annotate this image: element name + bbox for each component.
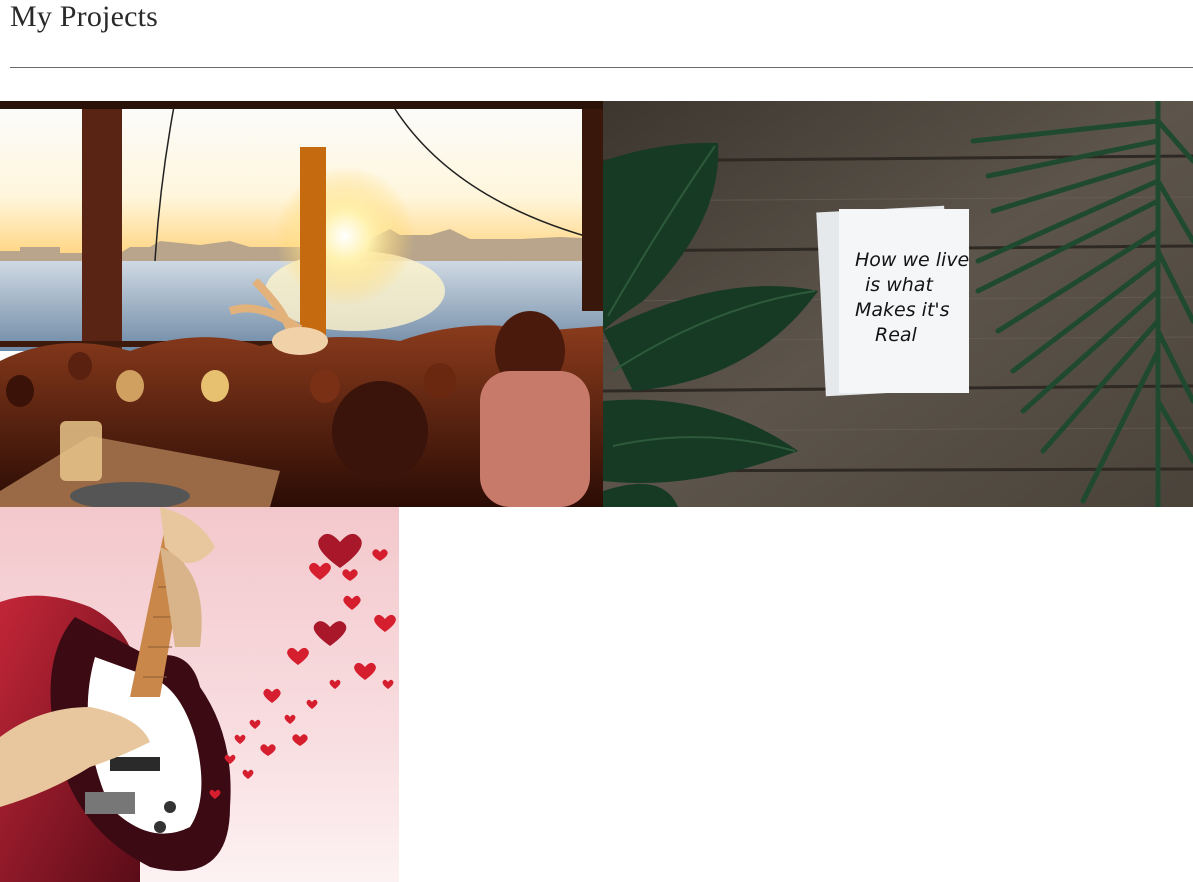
project-tile-guitar-hearts[interactable]: [0, 507, 399, 882]
project-tile-rooftop-bar[interactable]: [0, 101, 603, 507]
card-line-3: Makes it's: [855, 299, 950, 321]
card-line-1: How we live: [855, 249, 969, 271]
page-title: My Projects: [10, 0, 159, 33]
header-divider: [10, 67, 1193, 68]
card-line-4: Real: [875, 324, 918, 346]
card-line-2: is what: [865, 274, 934, 296]
project-tile-note-card[interactable]: How we live is what Makes it's Real: [603, 101, 1193, 507]
note-card-photo: How we live is what Makes it's Real: [603, 101, 1193, 507]
guitar-hearts-illustration: [0, 507, 399, 882]
rooftop-bar-photo: [0, 101, 603, 507]
